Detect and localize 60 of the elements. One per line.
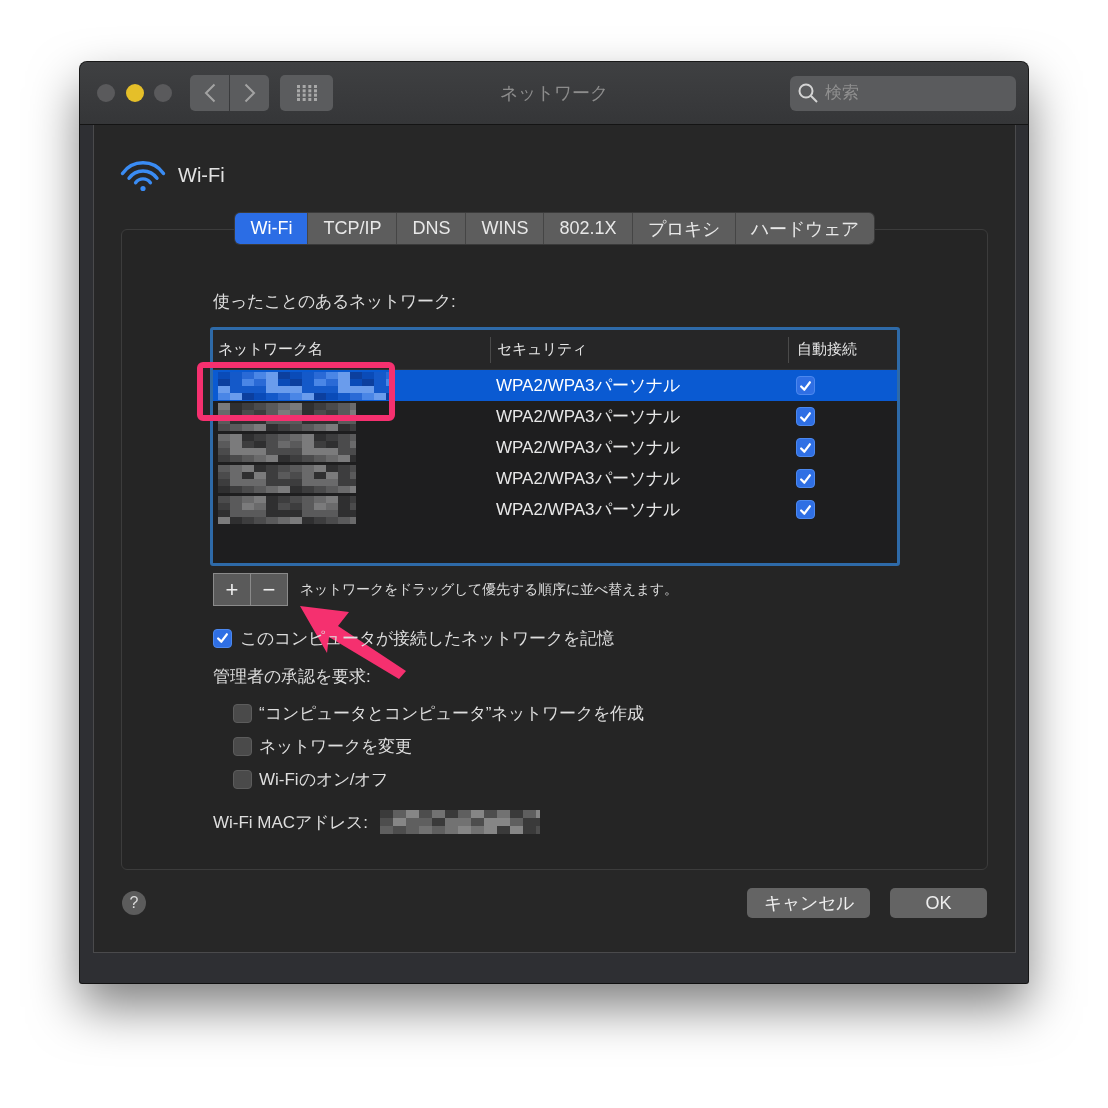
tab[interactable]: Wi-Fi: [235, 213, 308, 244]
cancel-button[interactable]: キャンセル: [747, 888, 870, 918]
chevron-left-icon: [203, 83, 216, 103]
checkmark-icon: [800, 380, 811, 391]
checkbox-label: “コンピュータとコンピュータ”ネットワークを作成: [259, 702, 645, 725]
forward-button[interactable]: [230, 75, 269, 111]
checkbox-label: Wi-Fiのオン/オフ: [259, 768, 389, 791]
tab[interactable]: 802.1X: [543, 213, 632, 244]
close-icon[interactable]: [97, 84, 115, 102]
table-cell-text: WPA2/WPA3パーソナル: [495, 437, 680, 459]
grid-icon: [296, 85, 317, 101]
table-cell-text: WPA2/WPA3パーソナル: [495, 375, 680, 397]
remove-button[interactable]: −: [250, 573, 288, 606]
checkbox[interactable]: [796, 469, 815, 488]
checkbox[interactable]: [233, 736, 252, 756]
checkmark-icon: [800, 473, 811, 484]
table-row[interactable]: WPA2/WPA3パーソナル: [213, 370, 897, 401]
section-label: 管理者の承認を要求:: [213, 666, 371, 688]
table-cell-text: WPA2/WPA3パーソナル: [495, 499, 680, 521]
column-header[interactable]: ネットワーク名: [213, 336, 490, 363]
checkbox[interactable]: [233, 703, 252, 723]
table-row[interactable]: WPA2/WPA3パーソナル: [213, 432, 897, 463]
tab[interactable]: TCP/IP: [307, 213, 397, 244]
checkbox[interactable]: [796, 407, 815, 426]
hint-text: ネットワークをドラッグして優先する順序に並べ替えます。: [300, 580, 678, 599]
checkbox-label: ネットワークを変更: [259, 735, 412, 758]
zoom-icon[interactable]: [154, 84, 172, 102]
window-title: ネットワーク: [500, 82, 608, 105]
minimize-icon[interactable]: [125, 84, 144, 102]
checkmark-icon: [800, 411, 811, 422]
column-header[interactable]: セキュリティ: [490, 336, 788, 363]
checkbox[interactable]: [796, 500, 815, 519]
checkbox[interactable]: [213, 628, 232, 648]
tab[interactable]: WINS: [465, 213, 544, 244]
table-cell-text: WPA2/WPA3パーソナル: [495, 468, 680, 490]
section-label: 使ったことのあるネットワーク:: [213, 291, 456, 313]
column-header[interactable]: 自動接続: [788, 336, 897, 363]
table-row[interactable]: WPA2/WPA3パーソナル: [213, 401, 897, 432]
checkmark-icon: [800, 504, 811, 515]
tab[interactable]: プロキシ: [631, 213, 735, 244]
checkbox[interactable]: [233, 769, 252, 789]
mac-address-label: Wi-Fi MACアドレス:: [213, 811, 368, 834]
checkbox[interactable]: [796, 376, 815, 395]
interface-name: Wi-Fi: [178, 163, 225, 187]
wifi-icon: [120, 158, 166, 192]
table-row[interactable]: WPA2/WPA3パーソナル: [213, 494, 897, 525]
help-button[interactable]: ?: [122, 891, 146, 915]
tab[interactable]: DNS: [396, 213, 466, 244]
add-button[interactable]: +: [213, 573, 251, 606]
chevron-right-icon: [243, 83, 256, 103]
checkbox[interactable]: [796, 438, 815, 457]
search-icon: [798, 83, 818, 103]
table-row[interactable]: WPA2/WPA3パーソナル: [213, 463, 897, 494]
tab[interactable]: ハードウェア: [734, 213, 874, 244]
table-cell-text: WPA2/WPA3パーソナル: [495, 406, 680, 428]
show-all-button[interactable]: [280, 75, 333, 111]
checkmark-icon: [800, 442, 811, 453]
checkmark-icon: [217, 633, 228, 643]
ok-button[interactable]: OK: [890, 888, 987, 918]
back-button[interactable]: [190, 75, 229, 111]
